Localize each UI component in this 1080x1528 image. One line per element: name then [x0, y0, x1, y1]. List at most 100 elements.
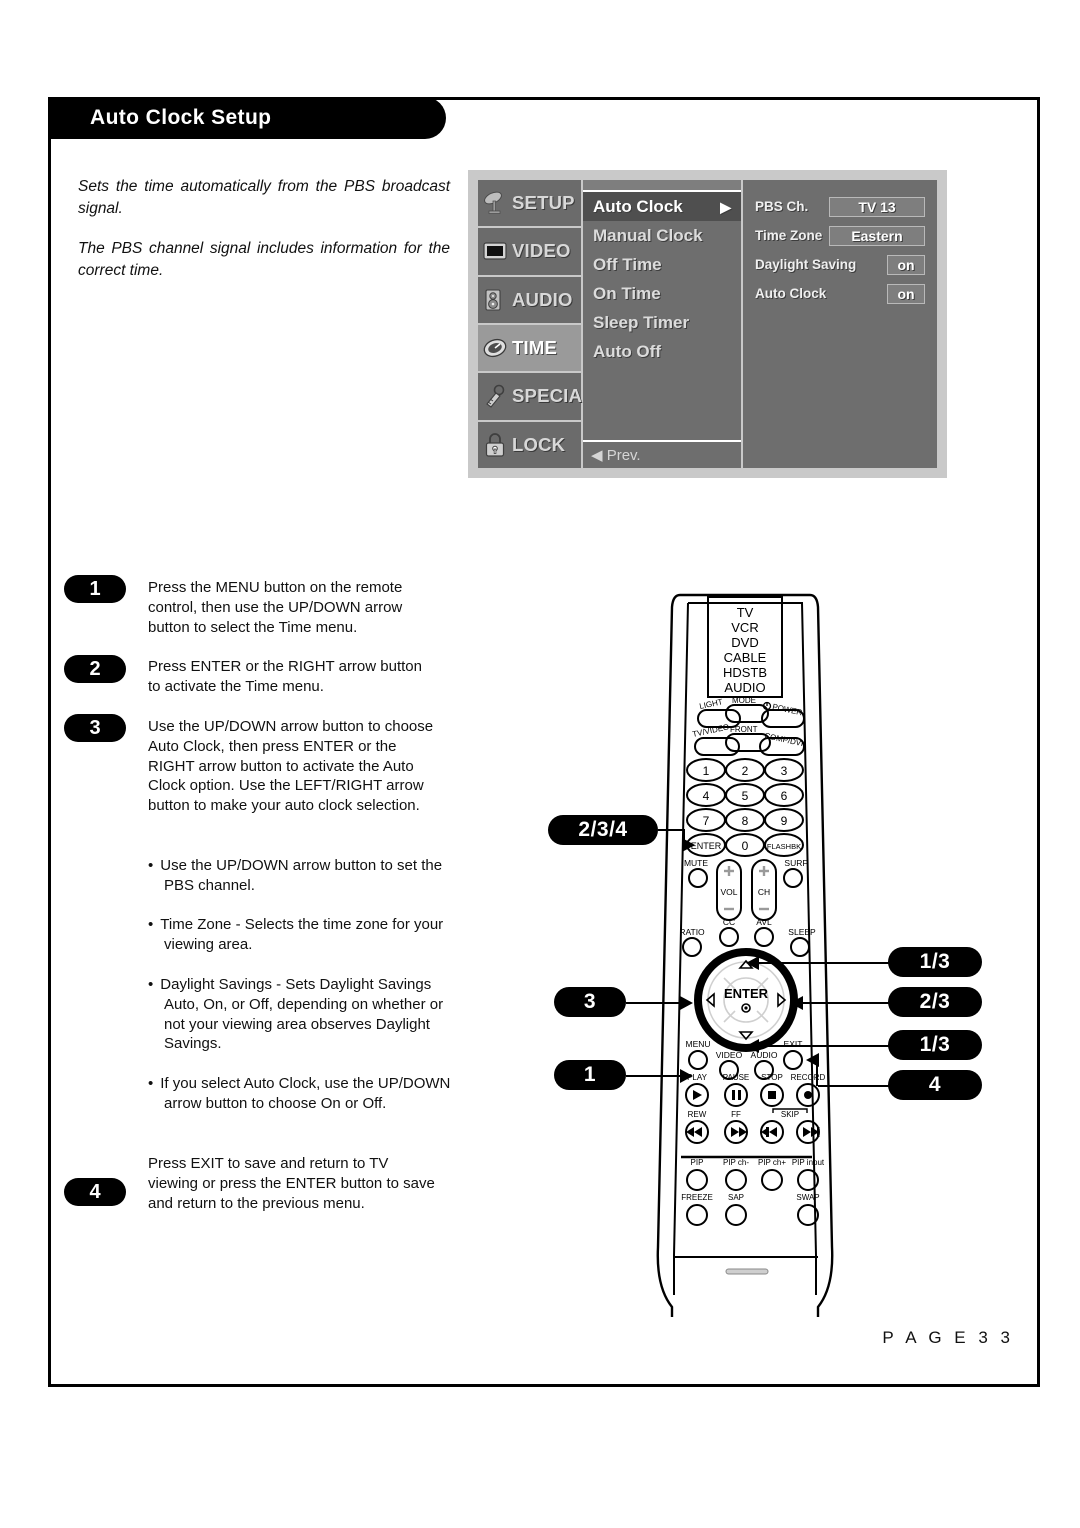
svg-text:CH: CH — [758, 887, 770, 897]
svg-text:VOL: VOL — [720, 887, 737, 897]
svg-text:SURF: SURF — [784, 858, 807, 868]
osd-setting-time-zone[interactable]: Time Zone Eastern — [755, 223, 925, 248]
svg-text:TV: TV — [737, 605, 754, 620]
osd-menu-item-label: Auto Off — [593, 341, 661, 361]
svg-text:PIP ch-: PIP ch- — [723, 1158, 749, 1167]
osd-menu-item-auto-off[interactable]: Auto Off — [583, 337, 741, 366]
osd-category-label: VIDEO — [512, 240, 571, 262]
svg-text:6: 6 — [781, 789, 788, 803]
clock-icon — [482, 335, 508, 361]
callout-leader — [626, 1002, 682, 1004]
svg-text:EXIT: EXIT — [784, 1039, 803, 1049]
svg-text:RATIO: RATIO — [679, 927, 705, 937]
bullet-item-2: Time Zone - Selects the time zone for yo… — [148, 915, 456, 955]
svg-text:CC: CC — [723, 917, 735, 927]
bullet-item-1: Use the UP/DOWN arrow button to set the … — [148, 856, 456, 896]
osd-menu-item-manual-clock[interactable]: Manual Clock — [583, 221, 741, 250]
osd-setting-value[interactable]: on — [887, 254, 925, 275]
osd-category-column: SETUP VIDEO AUDIO TIME SPECIAL LOCK — [478, 180, 593, 468]
padlock-icon — [482, 432, 508, 458]
callout-leader — [658, 829, 684, 831]
svg-text:SWAP: SWAP — [796, 1193, 819, 1202]
step-badge-3: 3 — [64, 714, 126, 742]
osd-setting-daylight-saving[interactable]: Daylight Saving on — [755, 252, 925, 277]
svg-text:4: 4 — [703, 789, 710, 803]
osd-category-label: SETUP — [512, 192, 575, 214]
osd-menu-item-column: Auto Clock ▶ Manual Clock Off Time On Ti… — [583, 180, 743, 468]
remote-mode-labels: TV VCR DVD CABLE HDSTB AUDIO — [723, 605, 767, 695]
svg-text:ENTER: ENTER — [691, 841, 722, 851]
callout-leader — [758, 1045, 890, 1047]
svg-text:9: 9 — [781, 814, 788, 828]
svg-text:0: 0 — [742, 839, 749, 853]
callout-arrowhead — [680, 996, 693, 1010]
callout-leader — [802, 1002, 890, 1004]
osd-setting-pbs-channel[interactable]: PBS Ch. TV 13 — [755, 194, 925, 219]
key-icon — [482, 383, 508, 409]
tv-screen-icon — [482, 238, 508, 264]
callout-right-arrow: 2/3 — [888, 987, 982, 1017]
svg-text:MODE: MODE — [732, 696, 756, 705]
osd-prev-button[interactable]: ◀ Prev. — [583, 440, 741, 468]
osd-menu-top-divider — [583, 180, 741, 192]
step-text-4: Press EXIT to save and return to TV view… — [148, 1155, 435, 1212]
osd-setting-value[interactable]: TV 13 — [829, 196, 925, 217]
callout-leader — [626, 1075, 682, 1077]
osd-setting-value[interactable]: on — [887, 283, 925, 304]
svg-text:AUDIO: AUDIO — [724, 680, 765, 695]
step-text-3: Use the UP/DOWN arrow button to choose A… — [148, 718, 434, 815]
osd-category-special[interactable]: SPECIAL — [478, 373, 593, 422]
osd-category-audio[interactable]: AUDIO — [478, 276, 581, 325]
callout-arrowhead — [746, 1039, 759, 1053]
step-text-1: Press the MENU button on the remote cont… — [148, 579, 403, 636]
svg-text:MUTE: MUTE — [684, 858, 708, 868]
osd-menu-item-off-time[interactable]: Off Time — [583, 250, 741, 279]
callout-leader — [758, 962, 890, 964]
speaker-icon — [482, 287, 508, 313]
remote-control-illustration: TV VCR DVD CABLE HDSTB AUDIO LIGHT MODE … — [540, 575, 1000, 1335]
callout-leader — [816, 1060, 818, 1086]
osd-category-time[interactable]: TIME — [478, 324, 581, 374]
svg-text:FREEZE: FREEZE — [681, 1193, 713, 1202]
svg-text:7: 7 — [703, 814, 710, 828]
osd-menu-item-label: Manual Clock — [593, 225, 703, 245]
osd-category-label: SPECIAL — [512, 385, 594, 407]
osd-menu-item-label: Sleep Timer — [593, 312, 690, 332]
osd-menu-panel: SETUP VIDEO AUDIO TIME SPECIAL LOCK Auto… — [468, 170, 947, 478]
osd-menu-item-label: Off Time — [593, 254, 662, 274]
osd-menu-item-on-time[interactable]: On Time — [583, 279, 741, 308]
osd-menu-item-auto-clock[interactable]: Auto Clock ▶ — [583, 192, 741, 221]
intro-paragraph-2: The PBS channel signal includes informat… — [78, 240, 450, 279]
osd-setting-label: Time Zone — [755, 228, 823, 243]
osd-setting-label: Auto Clock — [755, 286, 827, 301]
svg-text:PAUSE: PAUSE — [723, 1073, 750, 1082]
step-badge-4: 4 — [64, 1178, 126, 1206]
svg-text:PIP input: PIP input — [792, 1158, 825, 1167]
osd-menu-item-label: On Time — [593, 283, 661, 303]
osd-menu-item-label: Auto Clock — [593, 196, 683, 216]
svg-text:PIP: PIP — [691, 1158, 704, 1167]
callout-exit-button: 4 — [888, 1070, 982, 1100]
callout-left-arrow: 3 — [554, 987, 626, 1017]
step-badge-2: 2 — [64, 655, 126, 683]
callout-menu-button: 1 — [554, 1060, 626, 1090]
svg-text:SKIP: SKIP — [781, 1110, 799, 1119]
svg-text:VCR: VCR — [731, 620, 758, 635]
osd-category-lock[interactable]: LOCK — [478, 421, 581, 468]
satellite-dish-icon — [482, 190, 508, 216]
osd-category-label: LOCK — [512, 433, 566, 455]
page-title-bar: Auto Clock Setup — [48, 97, 446, 139]
callout-arrowhead — [680, 1069, 693, 1083]
osd-category-video[interactable]: VIDEO — [478, 228, 581, 277]
osd-setting-value[interactable]: Eastern — [829, 225, 925, 246]
callout-arrowhead — [790, 996, 803, 1010]
callout-up-arrow: 1/3 — [888, 947, 982, 977]
svg-text:REW: REW — [688, 1110, 707, 1119]
osd-category-setup[interactable]: SETUP — [478, 180, 581, 229]
osd-setting-label: Daylight Saving — [755, 257, 857, 272]
callout-enter-key: 2/3/4 — [548, 815, 658, 845]
osd-setting-auto-clock[interactable]: Auto Clock on — [755, 281, 925, 306]
svg-text:SLEEP: SLEEP — [788, 927, 816, 937]
osd-menu-item-sleep-timer[interactable]: Sleep Timer — [583, 308, 741, 337]
svg-text:FRONT: FRONT — [730, 725, 758, 734]
